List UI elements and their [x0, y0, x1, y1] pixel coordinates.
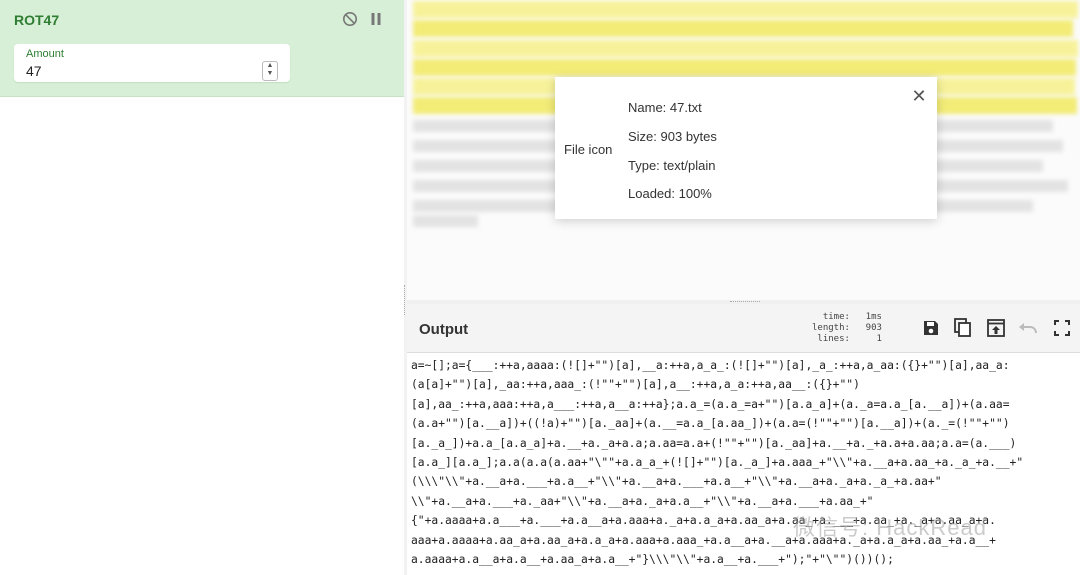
output-header: Output time: 1ms length: 903 lines: 1: [407, 304, 1080, 353]
file-icon: File icon: [564, 142, 613, 157]
save-icon[interactable]: [920, 317, 942, 339]
input-text-line: [413, 20, 1073, 37]
output-line: [a],aa_:++a,aaa:++a,a___:++a,a__a:++a};a…: [411, 397, 1010, 411]
stat-lines-key: lines:: [817, 334, 850, 344]
stat-time-value: 1ms: [865, 312, 882, 322]
replace-input-icon[interactable]: [985, 317, 1007, 339]
output-line: a.aaaa+a.a__a+a.a__+a.aa_a+a.a__+"}\\\"\…: [411, 553, 894, 567]
rot47-operation[interactable]: ROT47 Amount ▲▼: [0, 0, 404, 97]
undo-icon[interactable]: [1017, 317, 1039, 339]
output-text[interactable]: a=~[];a={___:++a,aaaa:(![]+"")[a],__a:++…: [411, 356, 1075, 569]
copy-icon[interactable]: [952, 317, 974, 339]
output-line: {"+a.aaaa+a.a___+a.___+a.a__a+a.aaa+a._a…: [411, 514, 996, 528]
input-text-line: [413, 40, 1078, 57]
input-text-line: [413, 59, 1076, 76]
pause-icon[interactable]: [367, 10, 385, 28]
output-line: a=~[];a={___:++a,aaaa:(![]+"")[a],__a:++…: [411, 359, 1010, 372]
amount-stepper[interactable]: ▲ ▼: [262, 61, 278, 81]
maximize-icon[interactable]: [1051, 317, 1073, 339]
input-text-line: [413, 1, 1078, 18]
close-icon[interactable]: ✕: [910, 86, 928, 107]
stat-length-key: length:: [812, 323, 850, 333]
stat-lines-value: 1: [876, 334, 882, 344]
file-name: Name: 47.txt: [628, 100, 702, 115]
output-title: Output: [419, 321, 469, 338]
io-divider-handle[interactable]: [730, 301, 760, 302]
amount-input[interactable]: [26, 63, 246, 79]
input-text-line: [413, 215, 478, 227]
amount-label: Amount: [26, 48, 64, 60]
amount-field[interactable]: Amount ▲▼: [14, 44, 290, 82]
file-loaded: Loaded: 100%: [628, 186, 712, 201]
recipe-pane: ROT47 Amount ▲▼: [0, 0, 405, 575]
output-line: [a._a_])+a.a_[a.a_a]+a.__+a._a+a.a;a.aa=…: [411, 436, 1017, 450]
stat-time-key: time:: [822, 312, 850, 322]
disable-operation-icon[interactable]: [341, 10, 359, 28]
output-line: (a.a+"")[a.__a])+((!a)+"")[a._aa]+(a.__=…: [411, 417, 1010, 431]
stat-length-value: 903: [865, 323, 882, 333]
output-line: (\\\"\\"+a.__a+a.___+a.a__+"\\"+a.__a+a.…: [411, 475, 942, 489]
file-details-popup: File icon ✕ Name: 47.txt Size: 903 bytes…: [555, 77, 937, 219]
operation-title: ROT47: [14, 12, 60, 28]
output-line: (a[a]+"")[a],_aa:++a,aaa_:(!""+"")[a],a_…: [411, 378, 860, 392]
file-type: Type: text/plain: [628, 158, 716, 173]
output-line: [a.a_][a.a_];a.a(a.a(a.aa+"\""+a.a_a_+(!…: [411, 456, 1024, 470]
file-size: Size: 903 bytes: [628, 129, 717, 144]
output-line: \\"+a.__a+a.___+a._aa+"\\"+a.__a+a._a+a.…: [411, 494, 874, 508]
output-line: aaa+a.aaaa+a.aa_a+a.aa_a+a.a_a+a.aaa+a.a…: [411, 533, 996, 547]
output-stats: time: 1ms length: 903 lines: 1: [812, 312, 882, 345]
